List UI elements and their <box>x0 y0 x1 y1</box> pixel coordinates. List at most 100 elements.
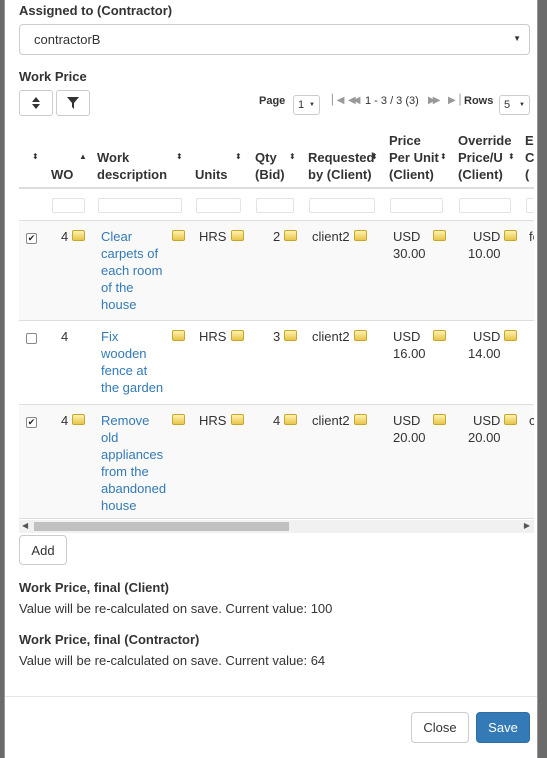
edit-icon[interactable] <box>354 230 367 241</box>
page-range: 1 - 3 / 3 (3) <box>365 95 419 107</box>
horizontal-scrollbar[interactable]: ◀ ▶ <box>19 520 534 533</box>
page-label: Page <box>259 95 286 107</box>
filter-input-override-price[interactable] <box>459 198 511 213</box>
scroll-right-icon[interactable]: ▶ <box>524 521 530 530</box>
cell-override-price: USD 10.00 <box>468 229 501 261</box>
row-checkbox[interactable]: ✔ <box>26 417 37 428</box>
edit-icon[interactable] <box>504 230 517 241</box>
edit-icon[interactable] <box>504 414 517 425</box>
row-checkbox[interactable]: ✔ <box>26 233 37 244</box>
add-button[interactable]: Add <box>19 535 67 565</box>
filter-icon <box>67 97 79 109</box>
table-row[interactable]: 4 Fix wooden fence at the garden HRS 3 clie… <box>19 321 534 405</box>
cell-description[interactable]: Fix wooden fence at the garden <box>101 328 163 396</box>
sort-button[interactable] <box>19 90 53 116</box>
sort-icon[interactable]: ⬍ <box>235 153 242 161</box>
filter-input-requested[interactable] <box>309 198 375 213</box>
row-checkbox[interactable] <box>26 333 37 344</box>
edit-icon[interactable] <box>231 230 244 241</box>
first-page-icon[interactable]: ▏◀ <box>332 95 345 106</box>
edit-icon[interactable] <box>284 230 297 241</box>
rows-select[interactable]: 5 ▼ <box>499 95 530 115</box>
chevron-down-icon: ▼ <box>309 102 315 108</box>
modal-body: Assigned to (Contractor) contractorB ▼ W… <box>5 0 537 696</box>
sort-asc-icon[interactable]: ▲ <box>79 153 87 161</box>
contractor-select[interactable]: contractorB ▼ <box>19 24 530 55</box>
next-page-icon[interactable]: ▶▶ <box>428 95 441 106</box>
edit-icon[interactable] <box>433 330 446 341</box>
scroll-left-icon[interactable]: ◀ <box>22 521 28 530</box>
work-price-label: Work Price <box>19 69 87 84</box>
grid-header: ⬍ ▲ WO Work description ⬍ Units ⬍ Qty (Bid… <box>19 123 534 189</box>
final-client-label: Work Price, final (Client) <box>19 580 170 595</box>
col-wo[interactable]: WO <box>51 166 73 183</box>
sort-icon <box>32 97 40 109</box>
filter-input-qty[interactable] <box>256 198 294 213</box>
edit-icon[interactable] <box>284 330 297 341</box>
cell-description[interactable]: Remove old appliances from the abandoned hous… <box>101 412 166 514</box>
sort-icon[interactable]: ⬍ <box>289 153 296 161</box>
edit-icon[interactable] <box>72 230 85 241</box>
prev-page-icon[interactable]: ◀◀ <box>348 95 361 106</box>
final-client-text: Value will be re-calculated on save. Cur… <box>19 601 333 616</box>
edit-icon[interactable] <box>354 330 367 341</box>
sort-icon[interactable]: ⬍ <box>176 153 183 161</box>
edit-icon[interactable] <box>172 414 185 425</box>
scrollbar-thumb[interactable] <box>34 522 289 531</box>
rows-label: Rows <box>464 95 494 107</box>
edit-icon[interactable] <box>172 230 185 241</box>
filter-row <box>19 191 534 221</box>
cell-price-per-unit: USD 20.00 <box>393 413 426 445</box>
table-row[interactable]: ✔ 4 Remove old appliances from the abandoned… <box>19 405 534 518</box>
filter-input-units[interactable] <box>196 198 241 213</box>
sort-icon[interactable]: ⬍ <box>32 153 39 161</box>
filter-input-wo[interactable] <box>52 198 85 213</box>
sort-icon[interactable]: ⬍ <box>371 153 378 161</box>
cell-units: HRS <box>199 413 227 428</box>
edit-icon[interactable] <box>284 414 297 425</box>
cell-wo: 4 <box>61 329 69 344</box>
work-price-grid: ⬍ ▲ WO Work description ⬍ Units ⬍ Qty (Bid… <box>19 123 534 519</box>
sort-icon[interactable]: ⬍ <box>440 153 447 161</box>
edit-icon[interactable] <box>231 414 244 425</box>
filter-input-description[interactable] <box>98 198 182 213</box>
modal-footer: Close Save <box>5 696 537 758</box>
filter-input-truncated[interactable] <box>526 198 534 213</box>
filter-button[interactable] <box>56 90 90 116</box>
cell-requested: client2 <box>312 229 350 244</box>
edit-icon[interactable] <box>504 330 517 341</box>
table-row[interactable]: ✔ 4 Clear carpets of each room of the house … <box>19 221 534 321</box>
cell-description[interactable]: Clear carpets of each room of the house <box>101 228 162 313</box>
page-select[interactable]: 1 ▼ <box>293 95 320 115</box>
col-requested[interactable]: Requested by (Client) <box>308 149 374 183</box>
filter-input-price-per-unit[interactable] <box>390 198 443 213</box>
contractor-select-value: contractorB <box>34 32 101 47</box>
col-override-price[interactable]: Override Price/U (Client) <box>458 132 511 183</box>
edit-icon[interactable] <box>354 414 367 425</box>
col-price-per-unit[interactable]: Price Per Unit (Client) <box>389 132 439 183</box>
edit-icon[interactable] <box>172 330 185 341</box>
assigned-label: Assigned to (Contractor) <box>19 3 173 18</box>
cell-qty: 4 <box>273 413 281 428</box>
edit-icon[interactable] <box>231 330 244 341</box>
col-truncated[interactable]: E C( <box>525 132 534 183</box>
cell-wo: 4 <box>61 229 69 244</box>
col-description[interactable]: Work description <box>97 149 167 183</box>
cell-qty: 2 <box>273 229 281 244</box>
cell-units: HRS <box>199 329 227 344</box>
cell-requested: client2 <box>312 413 350 428</box>
edit-icon[interactable] <box>433 230 446 241</box>
last-page-icon[interactable]: ▶▕ <box>448 95 461 106</box>
sort-icon[interactable]: ⬍ <box>508 153 515 161</box>
col-qty[interactable]: Qty (Bid) <box>255 149 285 183</box>
edit-icon[interactable] <box>72 414 85 425</box>
col-units[interactable]: Units <box>195 166 228 183</box>
cell-price-per-unit: USD 16.00 <box>393 329 426 361</box>
close-button[interactable]: Close <box>411 712 469 743</box>
chevron-down-icon: ▼ <box>519 102 525 108</box>
final-contractor-label: Work Price, final (Contractor) <box>19 632 200 647</box>
page-select-value: 1 <box>298 99 305 111</box>
cell-truncated: fe <box>529 229 534 244</box>
save-button[interactable]: Save <box>476 712 530 743</box>
edit-icon[interactable] <box>433 414 446 425</box>
